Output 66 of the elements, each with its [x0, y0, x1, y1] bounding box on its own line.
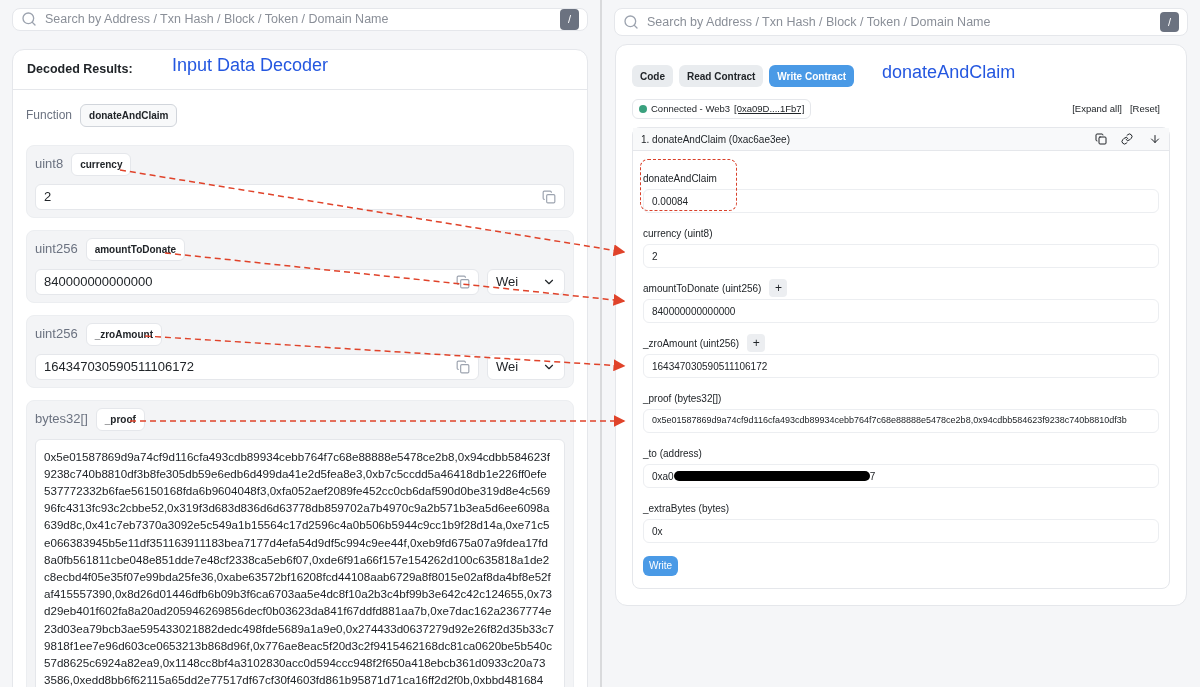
annotation-title: Input Data Decoder [172, 53, 329, 77]
param-type: uint8 [35, 155, 64, 174]
field-label: amountToDonate (uint256) [643, 281, 762, 296]
value-text: 2 [44, 187, 53, 206]
shortcut-key: / [559, 9, 579, 30]
field-label: _to (address) [643, 446, 702, 461]
input-field[interactable]: 840000000000000 [643, 299, 1159, 323]
search-field[interactable]: Search by Address / Txn Hash / Block / Token / Domain Name / [12, 8, 588, 31]
field-label: currency (uint8) [643, 226, 713, 241]
function-label: Function [26, 107, 73, 124]
param-name: _zroAmount [85, 322, 162, 346]
input-field[interactable]: 0.00084 [643, 189, 1159, 213]
annotation-title: donateAndClaim [882, 60, 1016, 84]
param-type: uint256 [35, 325, 78, 344]
tab[interactable]: Read Contract [679, 65, 764, 87]
input-value: 0.00084 [652, 194, 689, 209]
value-field[interactable]: 2 [35, 183, 565, 210]
value-field[interactable]: 164347030590511106172 [35, 353, 479, 380]
input-value: 0xa0 [652, 469, 674, 484]
input-value: 2 [652, 249, 658, 264]
value-text: 164347030590511106172 [44, 357, 195, 376]
hex-value-text: 0x5e01587869d9a74cf9d116cfa493cdb89934cebb764f7c68e88888e5478ce2b8,0x94cdbb584623f 9238c740b8810df3b8fe305db59e6edb6d499da41e2d5fea8e3,0xb7c5ccdd5a46418db1e226ff0efe 537772332b6fae56150168fda6b9604048f3,0xfa052aef2089fe452cc0cb6daf590d0be319d8e4c569 96fc4313fc93c2cbbe52,0x319f3d683d836d6d63778db859702a7b4970c9a2b571b3ea5d6ee6098a 639d8c,0x41c7eb7370a3092e5c549a1b15564c17d2596c4a0b506b5944c9cc1b9f28d14a,0xe71c5 e066383945b5e11df351163911183bea7177d4efa54d9df5c994c9ee44f,0xeb9fd675a07a9fdea17fd 8a0fb561811cbe048e851dde7e48cf2338ca5eb6f07,0xde6f91a66f157e154262d100c635818a1de2 c8ecbd4f05e35f07e99bda25fe36,0xabe63572bf16208fcd44108aab6729a8f8015e02af8da4bf8e52f af415557390,0x8d26d01446dfb6b09b3f6ca6703aa5e4dc8f10a2b3c4bf99b3e642c42c124655,0x73 d29eb401f602fa8a20ad205946269856decf0b03623da841f67ddfd881aa7b,0xe7dac162a2367774e 23d03ea79bcb3ae595433021882dedc498fde5689a1a9e0,0x274433d0637279d92e26f82d35b33c7 9818f1ee7e96d603ce0653213b868d96f,0x776ae8eac5f20d3c2f9415462168dc81ca0620be5b540c 57d8625c6924a82ea9,0x1148cc8bf4a3102830acc0d594ccc948f2f650a418ebcb361d0933c20a73 3586,0xedd8bb6f62115a65dd2e77517df67cf30f4603fd861b95871d71ca16ff2d2f0b,0xbbd481684 [44, 448, 555, 687]
tab[interactable]: Code [632, 65, 673, 87]
input-value: 164347030590511106172 [652, 359, 768, 374]
address-link[interactable]: [0xa09D....1Fb7] [734, 101, 805, 117]
input-value: 0x5e01587869d9a74cf9d116cfa493cdb89934cebb764f7c68e88888e5478ce2b8,0x94cdbb584623f9238c740b8810df3b [652, 414, 1127, 428]
unit-select[interactable]: Wei [487, 353, 565, 380]
input-value: 840000000000000 [652, 304, 736, 319]
param-name: _proof [95, 407, 145, 431]
search-placeholder: Search by Address / Txn Hash / Block / Token / Domain Name [45, 10, 390, 28]
param-name: currency [71, 152, 132, 176]
value-field[interactable]: 840000000000000 [35, 268, 479, 295]
input-field[interactable]: 0x [643, 519, 1159, 543]
arrow-down-icon[interactable] [1149, 133, 1161, 145]
action-link[interactable]: [Expand all] [1072, 101, 1122, 117]
search-placeholder: Search by Address / Txn Hash / Block / Token / Domain Name [647, 13, 992, 31]
unit-select[interactable]: Wei [487, 268, 565, 295]
shortcut-key: / [1159, 11, 1179, 33]
input-field[interactable]: 0x5e01587869d9a74cf9d116cfa493cdb89934cebb764f7c68e88888e5478ce2b8,0x94cdbb584623f9238c740b8810df3b [643, 409, 1159, 433]
param-type: bytes32[] [35, 410, 88, 429]
param-name: amountToDonate [85, 237, 186, 261]
method-header[interactable]: 1. donateAndClaim (0xac6ae3ee) [633, 128, 1169, 151]
field-label: _zroAmount (uint256) [643, 336, 740, 351]
field-label: _extraBytes (bytes) [643, 501, 730, 516]
action-link[interactable]: [Reset] [1129, 101, 1160, 117]
input-field[interactable]: 2 [643, 244, 1159, 268]
status-text: Connected - Web3 [651, 101, 731, 116]
search-field[interactable]: Search by Address / Txn Hash / Block / Token / Domain Name / [614, 8, 1188, 36]
input-value: 7 [869, 469, 876, 484]
param-type: uint256 [35, 240, 78, 259]
search-icon [21, 11, 37, 28]
copy-icon[interactable] [1095, 133, 1107, 145]
add-button[interactable]: + [747, 334, 766, 352]
method-title: 1. donateAndClaim (0xac6ae3ee) [641, 132, 791, 147]
search-icon [623, 14, 639, 30]
input-field[interactable]: 164347030590511106172 [643, 354, 1159, 378]
card-title: Decoded Results: [27, 60, 134, 78]
function-name: donateAndClaim [80, 103, 178, 127]
input-value: 0x [652, 524, 663, 539]
field-label: donateAndClaim [643, 171, 717, 186]
link-icon[interactable] [1121, 133, 1133, 145]
value-text: 840000000000000 [44, 272, 154, 291]
add-button[interactable]: + [769, 279, 788, 297]
copy-icon[interactable] [456, 274, 470, 289]
field-label: _proof (bytes32[]) [643, 391, 722, 406]
input-field[interactable]: 0xa0 7 [643, 464, 1159, 488]
